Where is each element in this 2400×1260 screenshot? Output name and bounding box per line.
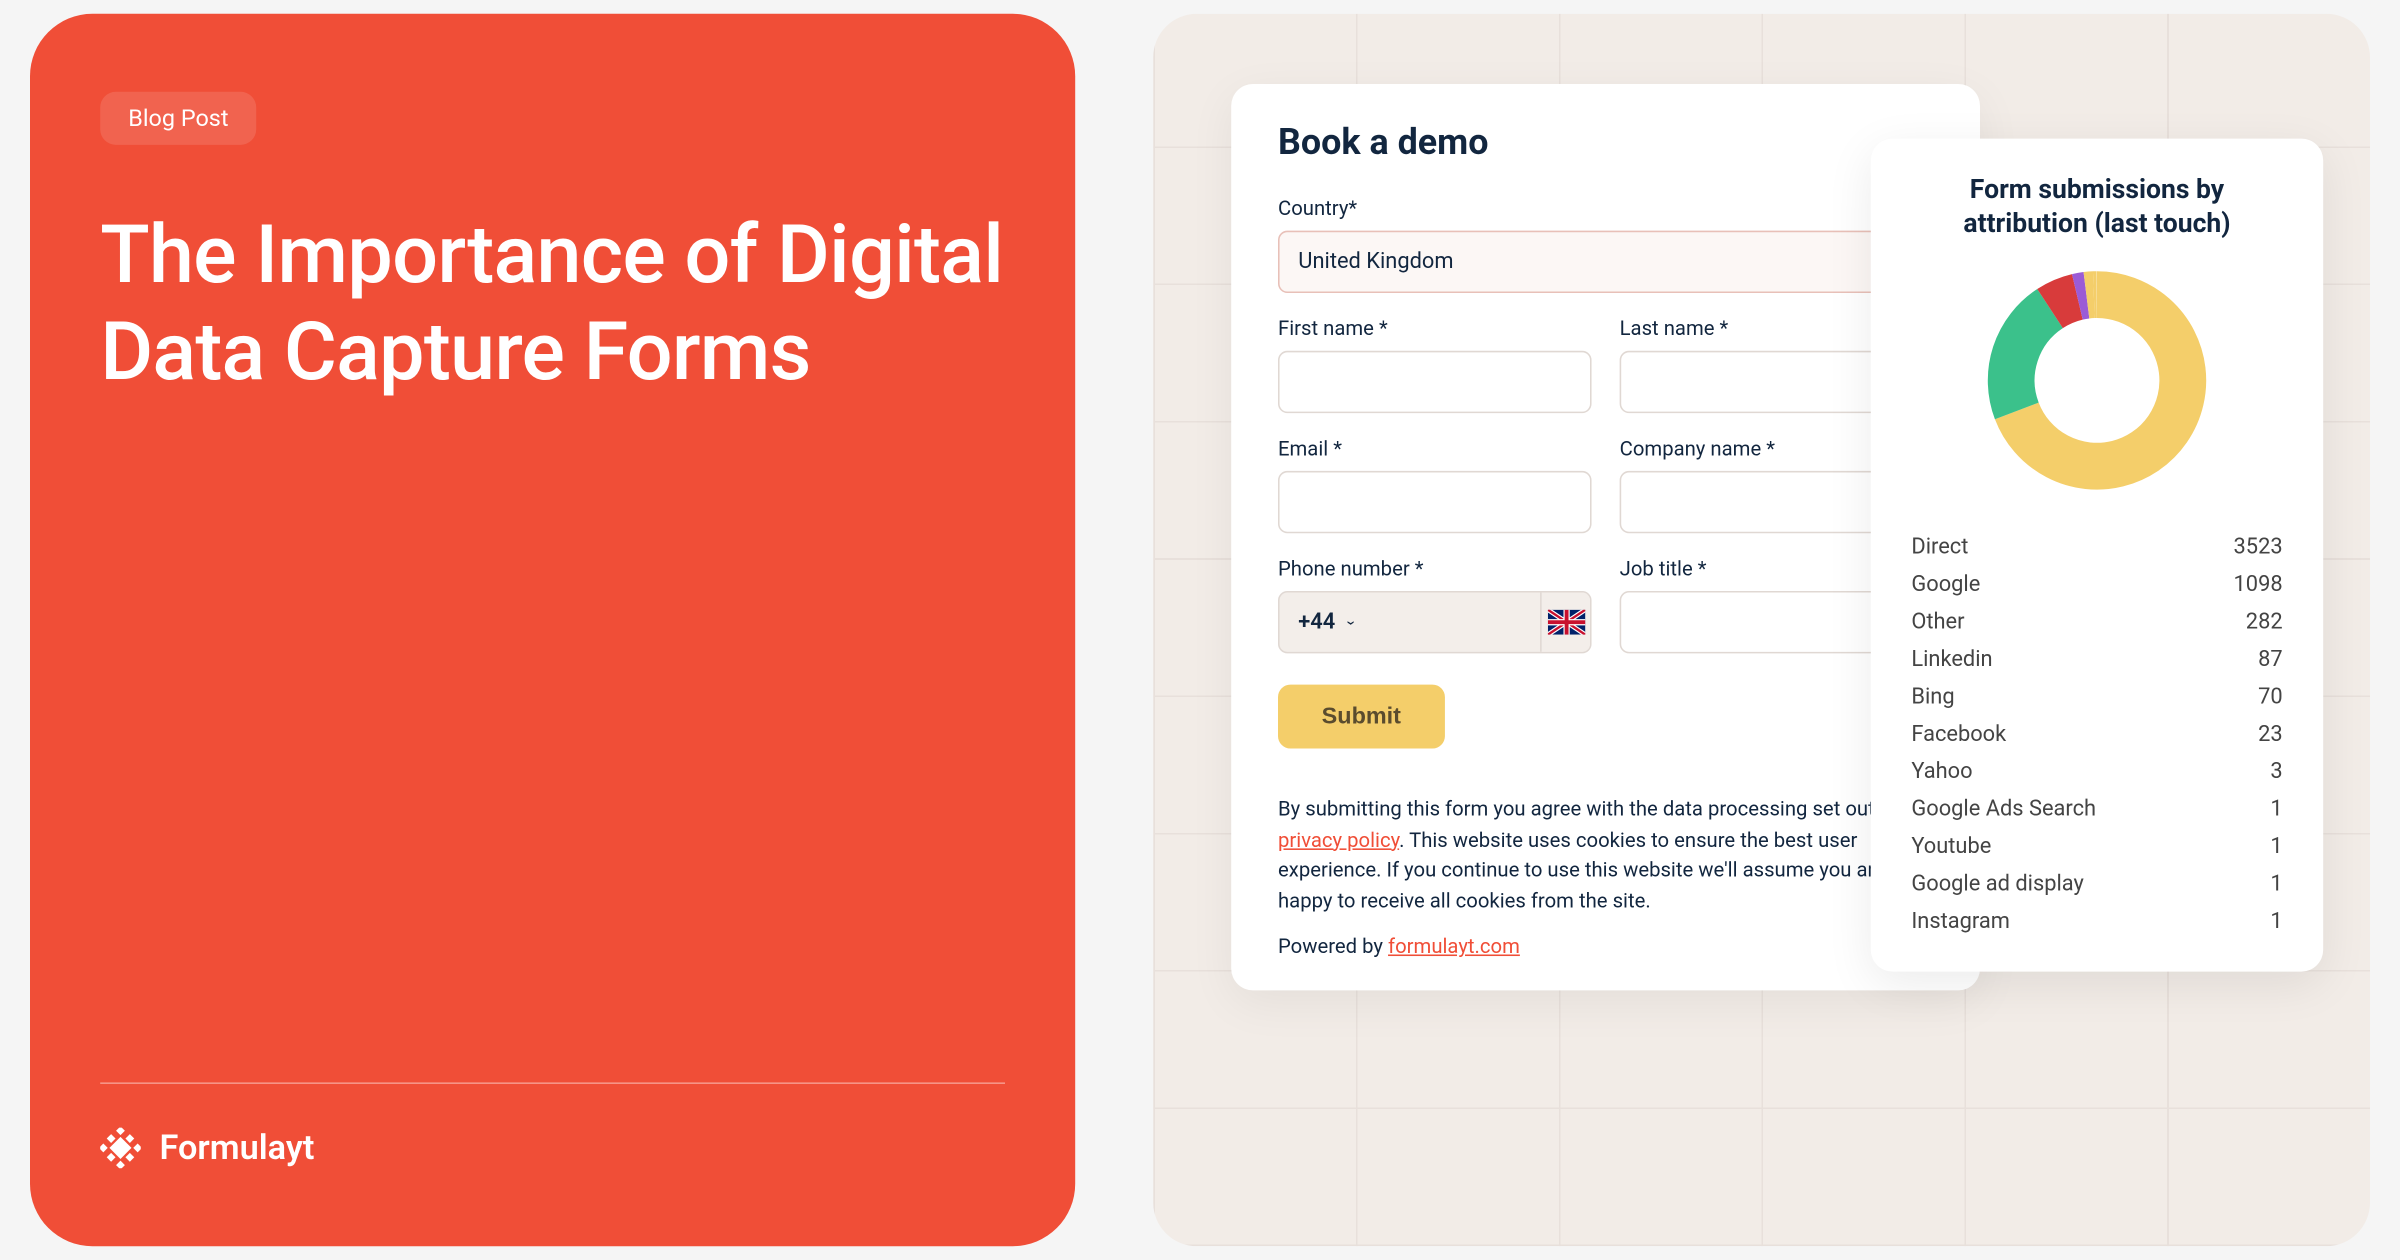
stats-row-value: 23 [2258,722,2283,747]
stats-row-label: Other [1911,610,1964,635]
phone-label: Phone number * [1278,558,1592,581]
stats-row-label: Bing [1911,685,1954,710]
stats-row-value: 3523 [2234,535,2283,560]
stats-row-label: Google Ads Search [1911,797,2096,822]
stats-row-value: 1 [2270,872,2282,897]
logo: Formulayt [100,1128,1005,1169]
form-title: Book a demo [1278,121,1933,163]
first-name-label: First name * [1278,318,1592,341]
stats-row: Bing 70 [1911,685,2282,710]
logo-text: Formulayt [159,1128,314,1167]
stats-list: Direct 3523 Google 1098 Other 282 Linkedin 87 Bi… [1911,535,2282,934]
phone-code-value: +44 [1298,610,1335,635]
stats-row: Yahoo 3 [1911,760,2282,785]
uk-flag-icon [1540,593,1590,652]
privacy-policy-link[interactable]: privacy policy [1278,829,1399,852]
country-select[interactable]: United Kingdom [1278,231,1933,293]
stats-row-label: Linkedin [1911,647,1992,672]
stats-row-label: Direct [1911,535,1968,560]
stats-row: Other 282 [1911,610,2282,635]
stats-card: Form submissions by attribution (last to… [1871,139,2323,972]
stats-row-value: 1 [2270,835,2282,860]
disclaimer-text: By submitting this form you agree with t… [1278,795,1933,917]
email-input[interactable] [1278,471,1592,533]
stats-row: Google Ads Search 1 [1911,797,2282,822]
page-title: The Importance of Digital Data Capture F… [100,207,1005,402]
country-value: United Kingdom [1298,249,1453,274]
category-badge: Blog Post [100,92,256,145]
chevron-down-icon: › [1342,620,1359,625]
divider [100,1082,1005,1084]
phone-code-selector[interactable]: +44 › [1280,593,1541,652]
stats-row-value: 1098 [2234,573,2283,598]
first-name-input[interactable] [1278,351,1592,413]
stats-row-label: Yahoo [1911,760,1972,785]
hero-panel: Blog Post The Importance of Digital Data… [30,14,1075,1246]
email-label: Email * [1278,438,1592,461]
submit-button[interactable]: Submit [1278,685,1445,749]
stats-row-label: Instagram [1911,910,2010,935]
stats-row-value: 3 [2270,760,2282,785]
stats-title: Form submissions by attribution (last to… [1911,173,2282,242]
phone-input[interactable]: +44 › [1278,591,1592,653]
stats-row-label: Google [1911,573,1980,598]
stats-row: Facebook 23 [1911,722,2282,747]
stats-row: Google ad display 1 [1911,872,2282,897]
stats-row-value: 1 [2270,910,2282,935]
stats-row-value: 282 [2246,610,2283,635]
preview-panel: Book a demo Country* United Kingdom Firs… [1153,14,2370,1246]
stats-row-value: 87 [2258,647,2283,672]
stats-row: Direct 3523 [1911,535,2282,560]
stats-row: Instagram 1 [1911,910,2282,935]
stats-row-label: Facebook [1911,722,2006,747]
stats-row-value: 70 [2258,685,2283,710]
stats-row: Linkedin 87 [1911,647,2282,672]
stats-row: Youtube 1 [1911,835,2282,860]
stats-row-label: Youtube [1911,835,1991,860]
donut-chart [1980,264,2214,498]
stats-row-value: 1 [2270,797,2282,822]
formulayt-link[interactable]: formulayt.com [1388,936,1520,959]
country-label: Country* [1278,198,1933,221]
stats-row: Google 1098 [1911,573,2282,598]
powered-by: Powered by formulayt.com [1278,936,1933,959]
stats-row-label: Google ad display [1911,872,2084,897]
formulayt-logo-icon [100,1128,141,1169]
demo-form-card: Book a demo Country* United Kingdom Firs… [1231,84,1980,990]
